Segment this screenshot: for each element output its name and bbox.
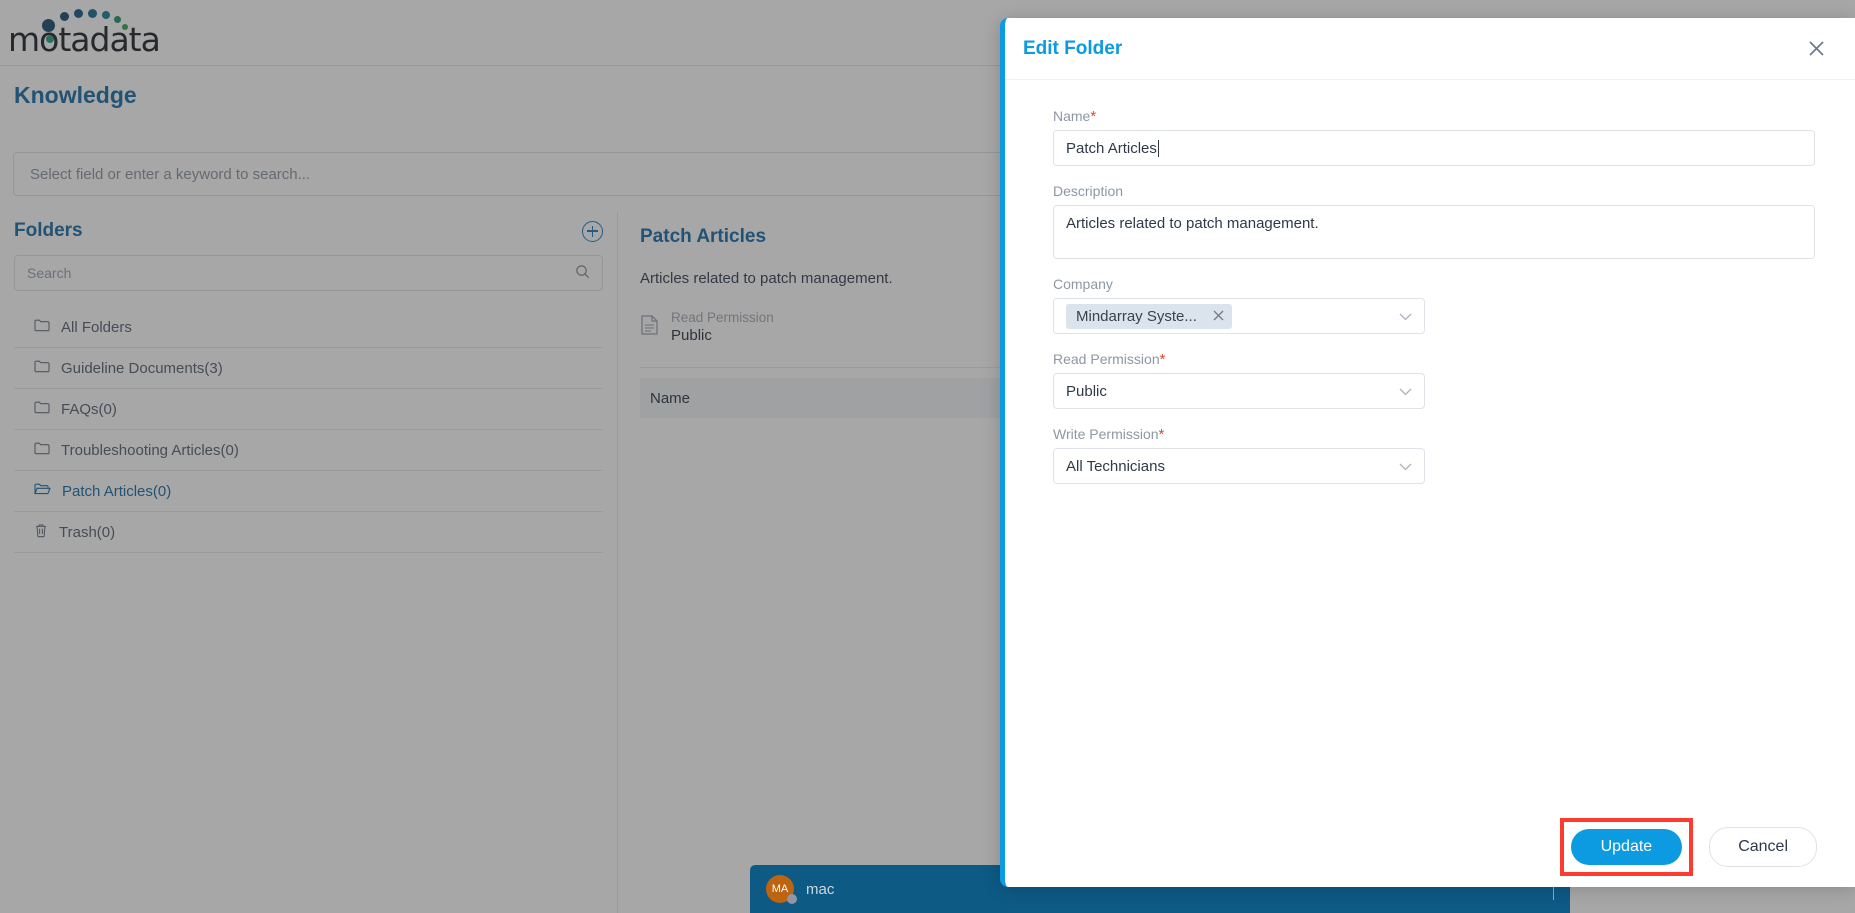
company-select[interactable]: Mindarray Syste... [1053, 298, 1425, 334]
chevron-down-icon [1399, 458, 1412, 475]
company-chip-label: Mindarray Syste... [1076, 307, 1197, 325]
cancel-button[interactable]: Cancel [1709, 827, 1817, 867]
name-input-value: Patch Articles [1066, 139, 1157, 157]
field-label-read-permission: Read Permission [1053, 351, 1160, 367]
company-chip: Mindarray Syste... [1066, 303, 1232, 329]
update-button-highlight: Update [1559, 818, 1694, 876]
field-write-permission: Write Permission* All Technicians [1053, 426, 1425, 484]
field-label-description: Description [1053, 183, 1124, 199]
required-asterisk: * [1158, 426, 1165, 443]
chat-user-name: mac [806, 880, 835, 898]
update-button[interactable]: Update [1570, 829, 1683, 865]
required-asterisk: * [1159, 351, 1166, 368]
field-description: Description Articles related to patch ma… [1053, 183, 1815, 259]
read-permission-selected-value: Public [1066, 382, 1107, 400]
avatar-initials: MA [771, 883, 789, 895]
field-label-name: Name [1053, 108, 1091, 124]
write-permission-selected-value: All Technicians [1066, 457, 1165, 475]
close-small-icon[interactable] [1213, 307, 1224, 325]
description-value: Articles related to patch management. [1066, 215, 1319, 232]
chevron-down-icon [1399, 383, 1412, 400]
field-label-company: Company [1053, 276, 1113, 292]
modal-body: Name* Patch Articles Description Article… [1005, 80, 1855, 807]
close-icon[interactable] [1803, 36, 1829, 62]
text-caret [1157, 139, 1159, 157]
chevron-down-icon [1399, 308, 1412, 325]
avatar: MA [766, 875, 797, 904]
modal-footer: Update Cancel [1005, 807, 1855, 887]
read-permission-select[interactable]: Public [1053, 373, 1425, 409]
field-read-permission: Read Permission* Public [1053, 351, 1425, 409]
required-asterisk: * [1090, 108, 1097, 125]
field-name: Name* Patch Articles [1053, 108, 1815, 166]
edit-folder-modal: Edit Folder Name* Patch Articles Descrip… [1000, 18, 1855, 887]
field-label-write-permission: Write Permission [1053, 426, 1159, 442]
write-permission-select[interactable]: All Technicians [1053, 448, 1425, 484]
description-textarea[interactable]: Articles related to patch management. [1053, 205, 1815, 259]
name-input[interactable]: Patch Articles [1053, 130, 1815, 166]
status-dot-icon [787, 894, 797, 904]
modal-header: Edit Folder [1005, 18, 1855, 80]
field-company: Company Mindarray Syste... [1053, 276, 1425, 334]
modal-title: Edit Folder [1023, 37, 1123, 59]
